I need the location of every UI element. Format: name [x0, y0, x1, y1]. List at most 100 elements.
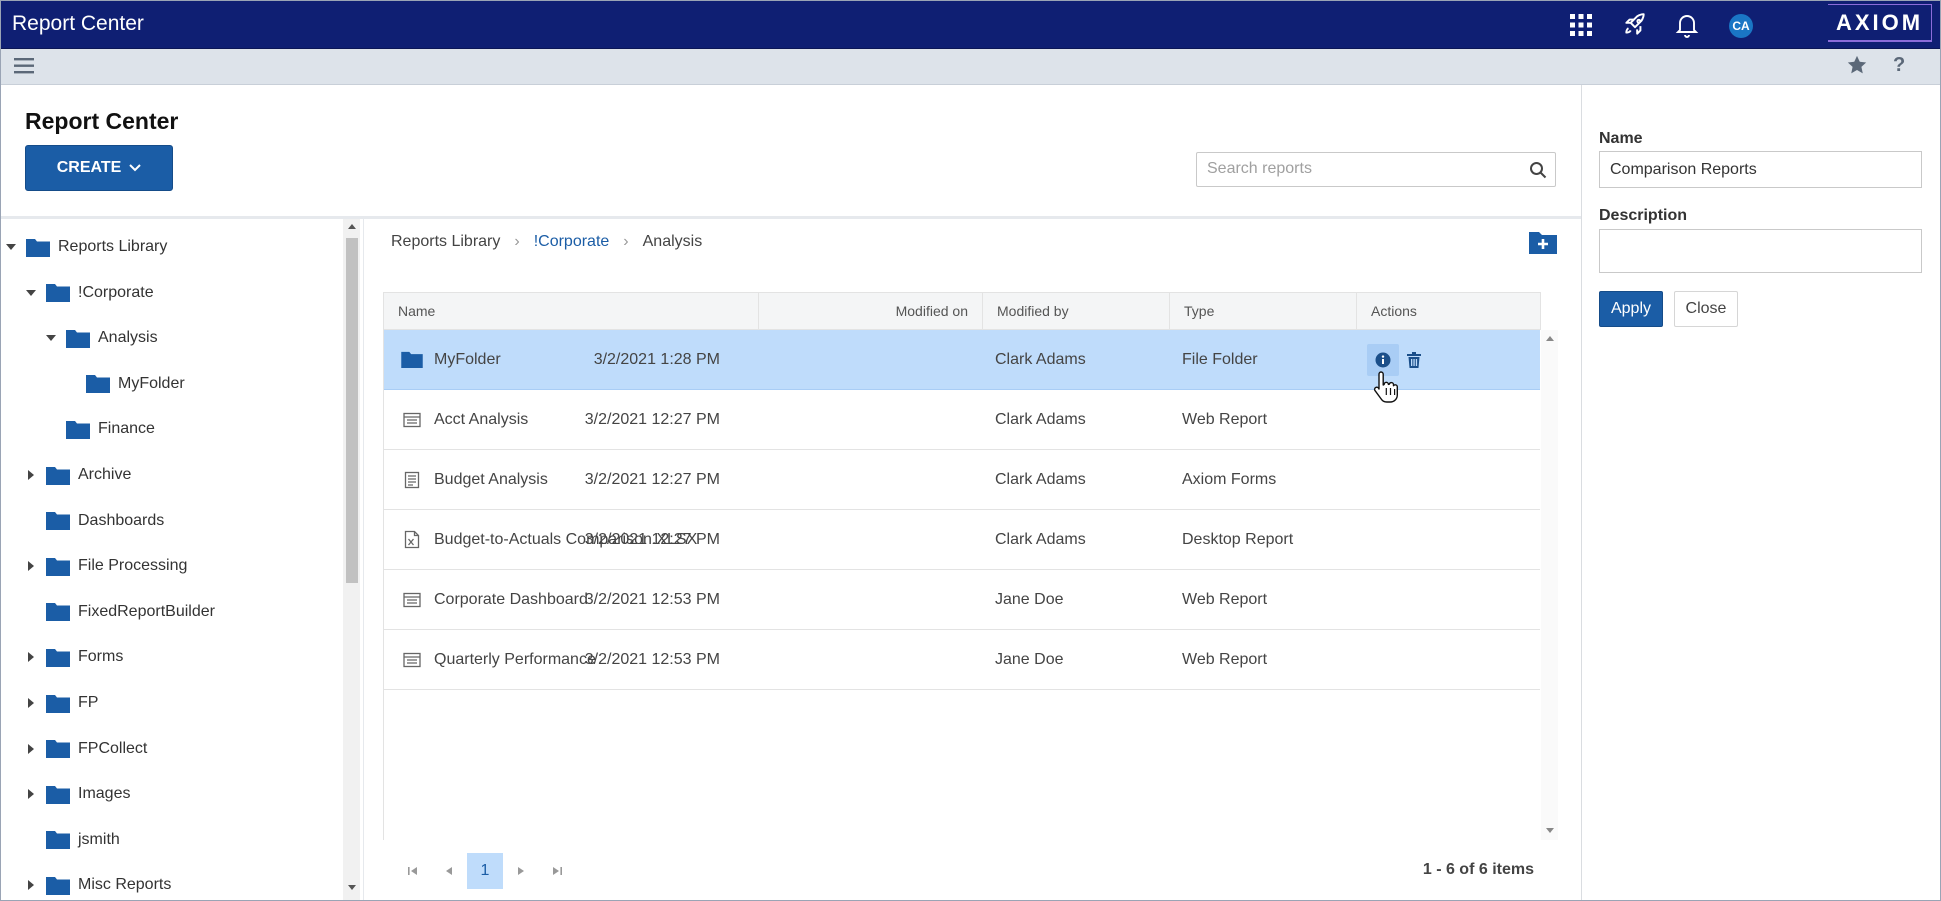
grid-scrollbar[interactable] [1541, 330, 1558, 840]
table-row[interactable]: Corporate Dashboard 3/2/2021 12:53 PM Jane… [384, 570, 1540, 630]
tree-item-label: Images [78, 785, 131, 803]
breadcrumb-separator-icon: › [623, 233, 629, 250]
description-field[interactable] [1599, 229, 1922, 273]
collapse-caret-icon[interactable] [24, 470, 38, 480]
tree-item-corporate[interactable]: !Corporate [24, 278, 154, 308]
web-report-icon [400, 412, 424, 428]
first-page-icon[interactable] [395, 853, 431, 889]
help-icon[interactable]: ? [1893, 54, 1905, 77]
apply-button[interactable]: Apply [1599, 291, 1663, 327]
tree-item-fp[interactable]: FP [24, 688, 98, 718]
row-name[interactable]: Quarterly Performance [434, 651, 596, 669]
row-modified-on: 3/2/2021 12:27 PM [584, 410, 720, 428]
row-name[interactable]: Budget Analysis [434, 471, 548, 489]
user-avatar[interactable]: CA [1729, 14, 1753, 38]
row-modified-by: Clark Adams [995, 350, 1086, 368]
web-report-icon [400, 652, 424, 668]
tree-item-archive[interactable]: Archive [24, 460, 131, 490]
folder-icon [46, 283, 70, 303]
row-modified-on: 3/2/2021 12:53 PM [584, 650, 720, 668]
collapse-caret-icon[interactable] [24, 652, 38, 663]
row-name-cell: Quarterly Performance [400, 630, 596, 689]
column-header-modified-on[interactable]: Modified on [759, 293, 983, 329]
row-modified-by: Clark Adams [995, 410, 1086, 428]
folder-icon [46, 557, 70, 576]
name-label: Name [1599, 130, 1643, 147]
chevron-down-icon [129, 164, 142, 172]
trash-icon[interactable] [1407, 351, 1421, 368]
tree-item-myfolder[interactable]: MyFolder [64, 369, 185, 399]
secondary-toolbar [0, 49, 1941, 85]
pane-divider [363, 219, 364, 901]
tree-scroll-thumb[interactable] [346, 238, 358, 583]
tree-item-finance[interactable]: Finance [44, 414, 155, 444]
expand-caret-icon[interactable] [4, 243, 18, 251]
breadcrumb-item[interactable]: Reports Library [391, 233, 500, 251]
tree-item-fpcollect[interactable]: FPCollect [24, 734, 147, 764]
name-field[interactable] [1599, 151, 1922, 188]
tree-item-analysis[interactable]: Analysis [44, 323, 158, 353]
star-icon[interactable] [1846, 54, 1868, 76]
tree-item-file-processing[interactable]: File Processing [24, 551, 187, 581]
table-row[interactable]: Acct Analysis 3/2/2021 12:27 PM Clark Adam… [384, 390, 1540, 450]
tree-item-forms[interactable]: Forms [24, 642, 123, 672]
web-report-icon [400, 592, 424, 608]
bell-icon[interactable] [1672, 10, 1702, 40]
pager: 1 [395, 853, 575, 889]
tree-item-images[interactable]: Images [24, 779, 130, 809]
row-name[interactable]: Corporate Dashboard [434, 591, 588, 609]
column-header-type[interactable]: Type [1170, 293, 1357, 329]
next-page-icon[interactable] [503, 853, 539, 889]
tree-item-label: Archive [78, 466, 132, 483]
collapse-caret-icon[interactable] [24, 743, 38, 754]
page-title: Report Center [25, 108, 179, 134]
app-title: Report Center [12, 12, 144, 35]
new-folder-icon[interactable] [1528, 229, 1558, 255]
folder-icon [66, 329, 90, 348]
row-modified-on: 3/2/2021 1:28 PM [593, 350, 720, 368]
page-number-current[interactable]: 1 [467, 853, 503, 889]
folder-icon [46, 739, 70, 759]
tree-item-label: Dashboards [78, 511, 165, 529]
row-type: Web Report [1182, 650, 1268, 668]
last-page-icon[interactable] [539, 853, 575, 889]
table-row[interactable]: MyFolder 3/2/2021 1:28 PM Clark Adams File … [384, 330, 1540, 390]
table-row[interactable]: Budget Analysis 3/2/2021 12:27 PM Clark Ad… [384, 450, 1540, 510]
row-modified-by: Clark Adams [995, 530, 1086, 548]
expand-caret-icon[interactable] [24, 289, 38, 297]
row-name[interactable]: MyFolder [434, 351, 501, 369]
collapse-caret-icon[interactable] [24, 880, 38, 891]
previous-page-icon[interactable] [431, 853, 467, 889]
row-name-cell: Acct Analysis [400, 390, 528, 449]
folder-icon [46, 511, 70, 531]
close-button[interactable]: Close [1674, 291, 1738, 327]
column-header-name[interactable]: Name [384, 293, 759, 329]
apps-grid-icon[interactable] [1566, 10, 1596, 40]
collapse-caret-icon[interactable] [24, 789, 38, 800]
hamburger-menu-icon[interactable] [14, 57, 36, 75]
pager-summary: 1 - 6 of 6 items [1422, 861, 1534, 878]
table-row[interactable]: Quarterly Performance 3/2/2021 12:53 PM Ja… [384, 630, 1540, 690]
row-name[interactable]: Acct Analysis [434, 411, 528, 429]
tree-item-jsmith[interactable]: jsmith [24, 825, 120, 855]
tree-item-label: Analysis [98, 329, 158, 347]
tree-item-misc-reports[interactable]: Misc Reports [24, 870, 171, 900]
folder-icon [46, 694, 70, 713]
rocket-icon[interactable] [1620, 10, 1650, 40]
expand-caret-icon[interactable] [44, 334, 58, 342]
breadcrumb-item[interactable]: !Corporate [534, 233, 610, 251]
table-row[interactable]: Budget-to-Actuals Comparison.XLSX 3/2/202… [384, 510, 1540, 570]
search-icon[interactable] [1529, 161, 1547, 179]
create-button[interactable]: CREATE [25, 145, 173, 191]
tree-item-fixedreportbuilder[interactable]: FixedReportBuilder [24, 597, 215, 627]
collapse-caret-icon[interactable] [24, 561, 38, 572]
tree-item-dashboards[interactable]: Dashboards [24, 506, 164, 536]
tree-item-reports-library[interactable]: Reports Library [4, 232, 167, 262]
row-modified-on: 3/2/2021 12:53 PM [584, 590, 720, 608]
folder-icon [46, 830, 70, 850]
collapse-caret-icon[interactable] [24, 698, 38, 708]
row-name-cell: Budget Analysis [400, 450, 548, 509]
search-input[interactable] [1207, 160, 1517, 178]
column-header-modified-by[interactable]: Modified by [983, 293, 1170, 329]
tree-scrollbar[interactable] [343, 219, 360, 901]
